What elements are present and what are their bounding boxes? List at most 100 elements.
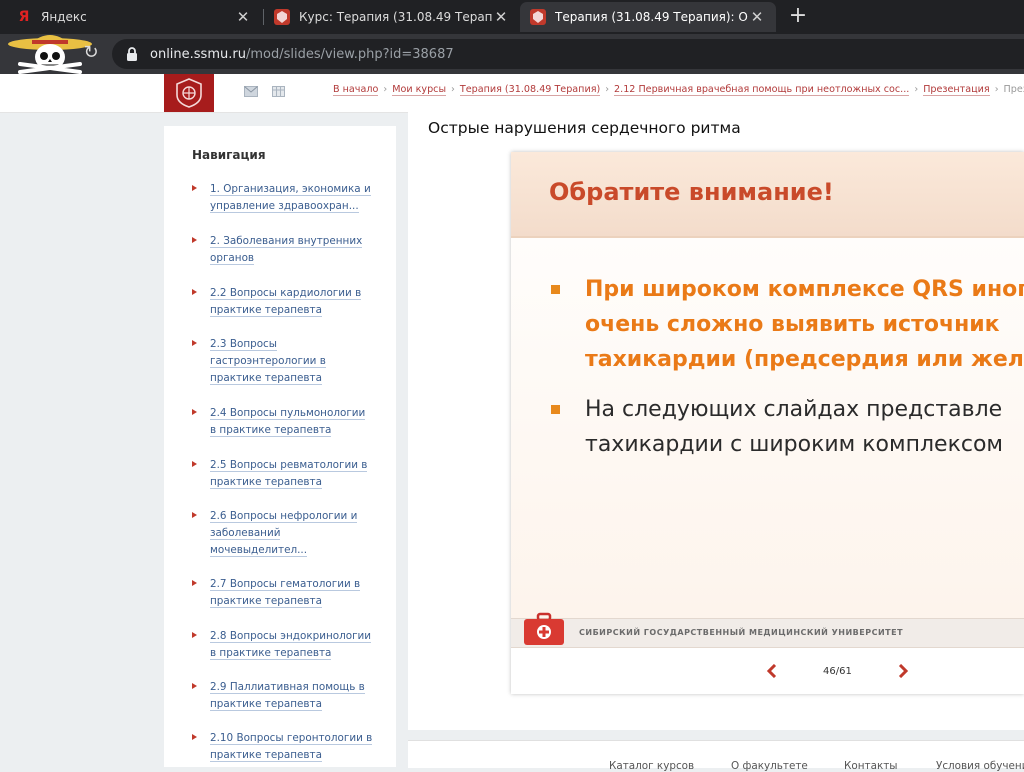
nav-item-label: гастроэнтерологии в bbox=[210, 355, 326, 368]
nav-item-hematology[interactable]: 2.7 Вопросы гематологии в практике терапе… bbox=[192, 576, 382, 610]
triangle-bullet-icon bbox=[192, 734, 197, 740]
url-host: online.ssmu.ru bbox=[150, 46, 246, 62]
footer-link-terms[interactable]: Условия обучени bbox=[936, 760, 1024, 772]
nav-item-rheumatology[interactable]: 2.5 Вопросы ревматологии в практике терап… bbox=[192, 457, 382, 491]
triangle-bullet-icon bbox=[192, 185, 197, 191]
nav-item-label: практике терапевта bbox=[210, 749, 322, 762]
nav-item-label: практике терапевта bbox=[210, 698, 322, 711]
nav-item-label: 2.2 Вопросы кардиологии в bbox=[210, 287, 362, 300]
presentation-slide: Обратите внимание! При широком комплексе… bbox=[511, 152, 1024, 694]
nav-item-label: практике терапевта bbox=[210, 304, 322, 317]
nav-item-gerontology[interactable]: 2.10 Вопросы геронтологии в практике тера… bbox=[192, 730, 382, 764]
triangle-bullet-icon bbox=[192, 237, 197, 243]
nav-item-internal-diseases[interactable]: 2. Заболевания внутренних органов bbox=[192, 233, 382, 267]
nav-item-label: 2.8 Вопросы эндокринологии bbox=[210, 630, 372, 643]
nav-item-nephrology[interactable]: 2.6 Вопросы нефрологии и заболеваний мочев… bbox=[192, 508, 382, 559]
nav-item-organization[interactable]: 1. Организация, экономика и управление зд… bbox=[192, 181, 382, 215]
triangle-bullet-icon bbox=[192, 461, 197, 467]
breadcrumb-separator: › bbox=[994, 84, 999, 95]
breadcrumb-presentation[interactable]: Презентация bbox=[923, 84, 990, 96]
tab-close-icon[interactable]: ✕ bbox=[492, 8, 510, 26]
tab-yandex[interactable]: Я Яндекс ✕ bbox=[6, 2, 262, 32]
calendar-icon[interactable] bbox=[272, 86, 286, 97]
nav-item-label: в практике терапевта bbox=[210, 647, 332, 660]
triangle-bullet-icon bbox=[192, 632, 197, 638]
nav-item-label: практике терапевта bbox=[210, 372, 322, 385]
crest-icon bbox=[176, 78, 202, 108]
reload-button[interactable]: ↻ bbox=[80, 42, 102, 64]
breadcrumb-current: Презе bbox=[1003, 84, 1024, 95]
nav-item-label: 2.10 Вопросы геронтологии в bbox=[210, 732, 373, 745]
new-tab-button[interactable]: + bbox=[785, 4, 811, 30]
url-path: /mod/slides/view.php?id=38687 bbox=[245, 46, 454, 62]
tab-active-presentation[interactable]: Терапия (31.08.49 Терапия): Остр ✕ bbox=[520, 2, 776, 32]
slide-bullet-line: При широком комплексе QRS иног bbox=[585, 277, 1024, 302]
footer-link-about[interactable]: О факультете bbox=[731, 760, 808, 772]
triangle-bullet-icon bbox=[192, 683, 197, 689]
nav-item-label: 2.4 Вопросы пульмонологии bbox=[210, 407, 366, 420]
slide-bullet-line: тахикардии (предсердия или желу bbox=[585, 347, 1024, 372]
slide-bullet-line: На следующих слайдах представле bbox=[585, 397, 1003, 422]
site-footer bbox=[408, 740, 1024, 768]
nav-item-gastroenterology[interactable]: 2.3 Вопросы гастроэнтерологии в практике т… bbox=[192, 336, 382, 387]
triangle-bullet-icon bbox=[192, 580, 197, 586]
breadcrumb-home[interactable]: В начало bbox=[333, 84, 379, 96]
nav-item-label: практике терапевта bbox=[210, 595, 322, 608]
slide-bullet-line: очень сложно выявить источник bbox=[585, 312, 1000, 337]
breadcrumb-separator: › bbox=[383, 84, 388, 95]
tab-title: Курс: Терапия (31.08.49 Терапия) bbox=[299, 10, 492, 24]
nav-item-label: органов bbox=[210, 252, 255, 265]
nav-item-label: 2.3 Вопросы bbox=[210, 338, 277, 351]
slide-header: Обратите внимание! bbox=[511, 152, 1024, 238]
triangle-bullet-icon bbox=[192, 409, 197, 415]
footer-link-catalog[interactable]: Каталог курсов bbox=[609, 760, 694, 772]
breadcrumb-separator: › bbox=[914, 84, 919, 95]
address-bar[interactable]: online.ssmu.ru/mod/slides/view.php?id=38… bbox=[112, 39, 1024, 69]
chevron-right-icon[interactable] bbox=[897, 664, 909, 678]
navigation-block: Навигация 1. Организация, экономика и упр… bbox=[164, 126, 396, 767]
nav-item-label: управление здравоохран... bbox=[210, 200, 359, 213]
nav-item-label: в практике терапевта bbox=[210, 424, 332, 437]
tab-title: Яндекс bbox=[41, 10, 87, 24]
breadcrumb-separator: › bbox=[605, 84, 610, 95]
nav-item-endocrinology[interactable]: 2.8 Вопросы эндокринологии в практике тер… bbox=[192, 628, 382, 662]
lock-icon bbox=[127, 47, 137, 61]
nav-item-label: практике терапевта bbox=[210, 476, 322, 489]
square-bullet-icon bbox=[551, 405, 560, 414]
url-text: online.ssmu.ru/mod/slides/view.php?id=38… bbox=[150, 47, 454, 62]
nav-item-label: 2. Заболевания внутренних bbox=[210, 235, 363, 248]
triangle-bullet-icon bbox=[192, 340, 197, 346]
nav-item-palliative[interactable]: 2.9 Паллиативная помощь в практике терапе… bbox=[192, 679, 382, 713]
triangle-bullet-icon bbox=[192, 512, 197, 518]
slide-heading: Обратите внимание! bbox=[549, 178, 834, 206]
slide-university-name: СИБИРСКИЙ ГОСУДАРСТВЕННЫЙ МЕДИЦИНСКИЙ УН… bbox=[579, 628, 904, 637]
slide-counter: 46/61 bbox=[823, 666, 852, 677]
tab-course[interactable]: Курс: Терапия (31.08.49 Терапия) ✕ bbox=[264, 2, 520, 32]
university-logo[interactable] bbox=[164, 74, 214, 112]
nav-item-label: 1. Организация, экономика и bbox=[210, 183, 371, 196]
triangle-bullet-icon bbox=[192, 289, 197, 295]
nav-item-pulmonology[interactable]: 2.4 Вопросы пульмонологии в практике тера… bbox=[192, 405, 382, 439]
tab-title: Терапия (31.08.49 Терапия): Остр bbox=[555, 10, 748, 24]
breadcrumb-section[interactable]: 2.12 Первичная врачебная помощь при неот… bbox=[614, 84, 910, 96]
mail-icon[interactable] bbox=[244, 86, 258, 97]
browser-tab-bar: Я Яндекс ✕ Курс: Терапия (31.08.49 Терап… bbox=[0, 0, 1024, 34]
slide-bullet-2: На следующих слайдах представле тахикарди… bbox=[551, 392, 1024, 462]
navigation-title: Навигация bbox=[192, 148, 266, 162]
breadcrumb-course[interactable]: Терапия (31.08.49 Терапия) bbox=[459, 84, 601, 96]
yandex-favicon-icon: Я bbox=[18, 9, 30, 25]
breadcrumb: В начало › Мои курсы › Терапия (31.08.49 Тер… bbox=[333, 84, 1024, 96]
nav-item-cardiology[interactable]: 2.2 Вопросы кардиологии в практике терапе… bbox=[192, 285, 382, 319]
nav-item-label: 2.7 Вопросы гематологии в bbox=[210, 578, 361, 591]
ssmu-favicon-icon bbox=[274, 9, 290, 25]
breadcrumb-my-courses[interactable]: Мои курсы bbox=[392, 84, 447, 96]
first-aid-kit-icon bbox=[524, 612, 564, 645]
ssmu-favicon-icon bbox=[530, 9, 546, 25]
tab-close-icon[interactable]: ✕ bbox=[234, 8, 252, 26]
tab-close-icon[interactable]: ✕ bbox=[748, 8, 766, 26]
slide-bullet-line: тахикардии с широким комплексом bbox=[585, 432, 1004, 457]
footer-link-contacts[interactable]: Контакты bbox=[844, 760, 897, 772]
slide-bullet-1: При широком комплексе QRS иног очень слож… bbox=[551, 272, 1024, 377]
nav-item-label: мочевыделител... bbox=[210, 544, 308, 557]
chevron-left-icon[interactable] bbox=[766, 664, 778, 678]
